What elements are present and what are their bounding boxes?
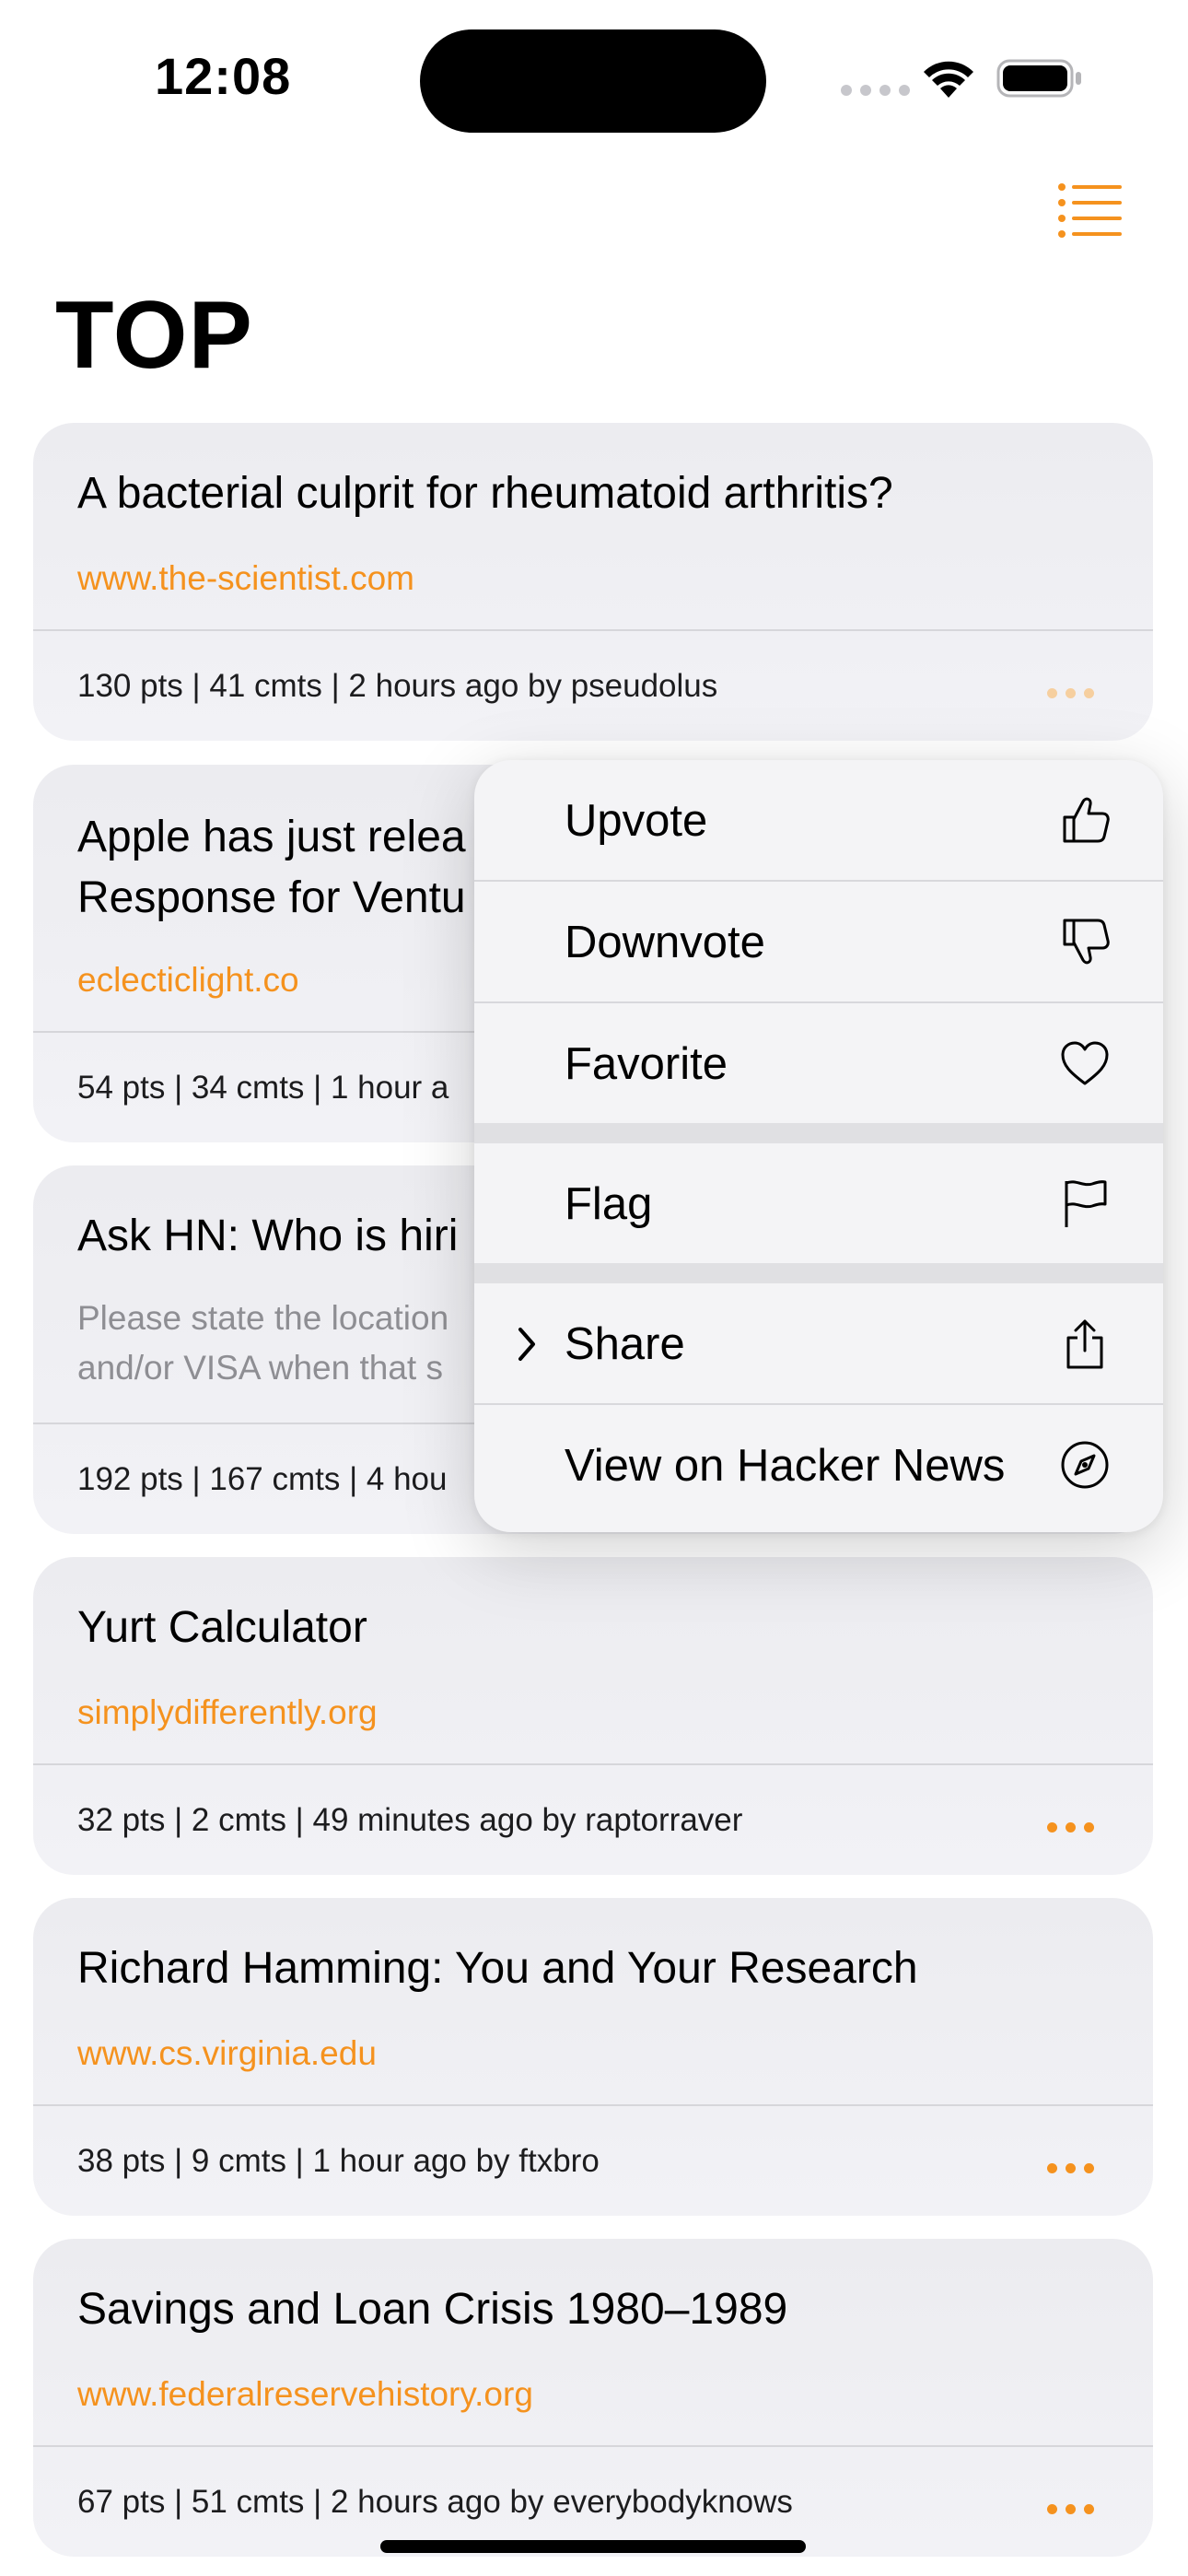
wifi-icon xyxy=(924,61,973,98)
card-divider xyxy=(33,629,1153,631)
chevron-right-icon xyxy=(518,1328,535,1361)
story-meta: 67 pts | 51 cmts | 2 hours ago by everyb… xyxy=(77,2484,793,2520)
dynamic-island xyxy=(420,29,766,133)
more-icon[interactable] xyxy=(1047,1822,1094,1832)
story-domain[interactable]: eclecticlight.co xyxy=(77,961,299,1000)
menu-item-view-on-hn[interactable]: View on Hacker News xyxy=(474,1405,1163,1525)
menu-item-label: Flag xyxy=(565,1179,653,1229)
story-title: Yurt Calculator xyxy=(77,1603,367,1652)
story-domain[interactable]: www.cs.virginia.edu xyxy=(77,2034,377,2073)
story-meta: 38 pts | 9 cmts | 1 hour ago by ftxbro xyxy=(77,2143,600,2179)
story-meta: 54 pts | 34 cmts | 1 hour a xyxy=(77,1070,449,1106)
menu-item-label: Favorite xyxy=(565,1039,728,1089)
menu-item-label: Upvote xyxy=(565,796,708,846)
menu-group-gap xyxy=(474,1263,1163,1283)
card-divider xyxy=(33,1763,1153,1765)
menu-item-downvote[interactable]: Downvote xyxy=(474,882,1163,1001)
menu-item-flag[interactable]: Flag xyxy=(474,1143,1163,1263)
menu-item-share[interactable]: Share xyxy=(474,1283,1163,1403)
story-meta: 130 pts | 41 cmts | 2 hours ago by pseud… xyxy=(77,668,718,704)
more-icon[interactable] xyxy=(1047,2163,1094,2173)
home-indicator[interactable] xyxy=(380,2540,806,2553)
story-domain[interactable]: www.the-scientist.com xyxy=(77,559,414,598)
story-title-line2: Response for Ventu xyxy=(77,873,466,922)
card-divider xyxy=(33,2445,1153,2447)
story-text-line1: Please state the location xyxy=(77,1299,449,1337)
page-title: TOP xyxy=(55,282,253,389)
menu-item-label: View on Hacker News xyxy=(565,1441,1006,1491)
menu-group-gap xyxy=(474,1123,1163,1143)
cellular-signal-icon xyxy=(841,85,910,96)
story-title: Richard Hamming: You and Your Research xyxy=(77,1944,918,1993)
story-title: Savings and Loan Crisis 1980–1989 xyxy=(77,2285,788,2334)
thumbs-down-icon xyxy=(1063,919,1110,965)
story-card[interactable]: Yurt Calculator simplydifferently.org 32… xyxy=(33,1557,1153,1875)
menu-item-favorite[interactable]: Favorite xyxy=(474,1003,1163,1123)
story-card[interactable]: Savings and Loan Crisis 1980–1989 www.fe… xyxy=(33,2239,1153,2557)
story-card[interactable]: A bacterial culprit for rheumatoid arthr… xyxy=(33,423,1153,741)
card-divider xyxy=(33,2104,1153,2106)
more-icon[interactable] xyxy=(1047,688,1094,698)
menu-item-label: Downvote xyxy=(565,918,765,967)
story-title-line1: Apple has just relea xyxy=(77,813,466,861)
menu-item-label: Share xyxy=(565,1319,685,1369)
thumbs-up-icon xyxy=(1063,797,1110,843)
menu-item-upvote[interactable]: Upvote xyxy=(474,760,1163,880)
list-menu-icon[interactable] xyxy=(1057,181,1124,238)
story-domain[interactable]: www.federalreservehistory.org xyxy=(77,2375,533,2414)
story-title: A bacterial culprit for rheumatoid arthr… xyxy=(77,469,893,518)
flag-icon xyxy=(1065,1180,1107,1227)
battery-icon xyxy=(996,59,1081,98)
share-icon xyxy=(1066,1319,1103,1369)
story-meta: 192 pts | 167 cmts | 4 hou xyxy=(77,1461,448,1497)
heart-icon xyxy=(1061,1041,1109,1085)
status-time: 12:08 xyxy=(155,47,292,105)
more-icon[interactable] xyxy=(1047,2504,1094,2514)
story-card[interactable]: Richard Hamming: You and Your Research w… xyxy=(33,1898,1153,2216)
story-title: Ask HN: Who is hiri xyxy=(77,1212,459,1260)
story-meta: 32 pts | 2 cmts | 49 minutes ago by rapt… xyxy=(77,1802,743,1838)
story-domain[interactable]: simplydifferently.org xyxy=(77,1693,378,1732)
story-text-line2: and/or VISA when that s xyxy=(77,1349,443,1387)
context-menu: Upvote Downvote Favorite Flag Share View… xyxy=(474,760,1163,1532)
compass-icon xyxy=(1061,1441,1109,1489)
